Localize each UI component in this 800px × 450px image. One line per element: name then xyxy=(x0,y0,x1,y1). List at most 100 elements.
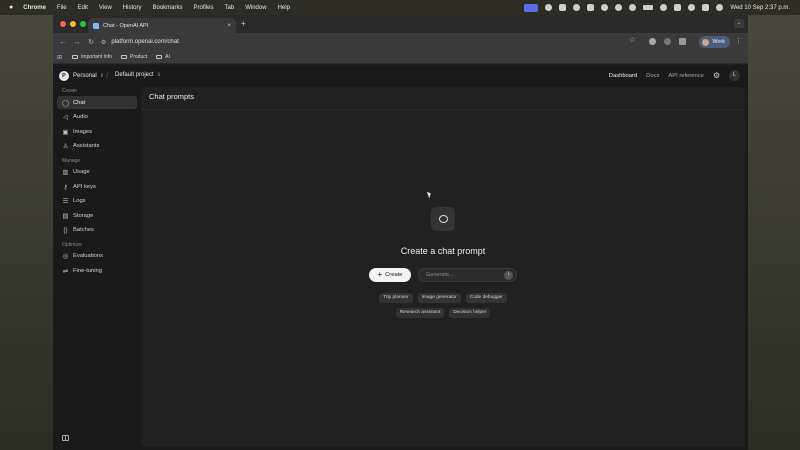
menu-item-view[interactable]: View xyxy=(99,5,112,11)
openai-favicon-icon xyxy=(93,22,99,29)
sidebar-item-api-keys[interactable]: ⚷ API keys xyxy=(57,180,137,193)
batches-icon: {} xyxy=(63,226,68,234)
siri-icon[interactable] xyxy=(716,4,724,11)
generate-field[interactable]: ↑ xyxy=(418,268,517,282)
url-text[interactable]: platform.openai.com/chat xyxy=(111,39,178,45)
menu-item-history[interactable]: History xyxy=(123,5,142,11)
sidebar-item-label: Usage xyxy=(73,169,90,175)
play-icon[interactable] xyxy=(615,4,623,11)
audio-icon: ◁ xyxy=(63,114,68,121)
sidebar-item-assistants[interactable]: ♙ Assistants xyxy=(57,140,137,153)
folder-icon xyxy=(120,54,127,60)
docs-link[interactable]: Docs xyxy=(646,73,659,79)
create-button[interactable]: + Create xyxy=(369,268,411,282)
breadcrumb-separator: / xyxy=(106,71,109,80)
sidebar-item-fine-tuning[interactable]: ⇌ Fine-tuning xyxy=(57,264,137,277)
generate-input[interactable] xyxy=(419,272,504,278)
project-selector[interactable]: Default project ⇕ xyxy=(115,72,161,78)
api-reference-link[interactable]: API reference xyxy=(668,73,703,79)
back-icon[interactable]: ← xyxy=(56,39,70,46)
close-tab-icon[interactable]: × xyxy=(227,23,231,29)
wifi-icon[interactable] xyxy=(660,4,668,11)
status-icon[interactable] xyxy=(559,4,567,11)
moon-icon[interactable] xyxy=(629,4,637,11)
org-name: Personal xyxy=(73,73,97,79)
menu-bar-clock[interactable]: Wed 10 Sep 2:37 p.m. xyxy=(730,5,790,11)
chip-decision-helper[interactable]: Decision helper xyxy=(449,308,491,318)
menu-item-window[interactable]: Window xyxy=(245,5,266,11)
project-name: Default project xyxy=(115,72,154,78)
apple-logo-icon[interactable]: ● xyxy=(9,4,13,11)
chip-research-assistant[interactable]: Research assistant xyxy=(395,308,445,318)
extensions-puzzle-icon[interactable] xyxy=(679,38,686,45)
organization-selector[interactable]: P Personal ⇕ xyxy=(59,71,104,81)
sidebar-item-label: Chat xyxy=(73,99,86,106)
chip-image-generator[interactable]: Image generator xyxy=(417,293,461,303)
menu-item-edit[interactable]: Edit xyxy=(78,5,88,11)
mouse-cursor-icon xyxy=(426,190,433,199)
empty-state-title: Create a chat prompt xyxy=(400,246,486,256)
zoom-window-button[interactable] xyxy=(80,21,86,27)
new-tab-button[interactable]: + xyxy=(241,19,246,28)
settings-gear-icon[interactable]: ⚙ xyxy=(713,71,720,80)
chip-code-debugger[interactable]: Code debugger xyxy=(465,293,507,303)
menu-item-bookmarks[interactable]: Bookmarks xyxy=(153,5,183,11)
site-info-icon[interactable]: ⚙ xyxy=(101,39,106,46)
sidebar-item-chat[interactable]: ◯ Chat xyxy=(57,96,137,109)
chevron-updown-icon: ⇕ xyxy=(99,73,104,79)
status-icon[interactable] xyxy=(545,4,553,11)
sidebar-item-label: Audio xyxy=(73,114,88,120)
extension-icon[interactable] xyxy=(664,38,671,45)
menu-item-chrome[interactable]: Chrome xyxy=(23,5,46,11)
profile-button[interactable]: Work xyxy=(699,36,730,48)
status-icon[interactable] xyxy=(573,4,581,11)
menu-item-file[interactable]: File xyxy=(57,5,67,11)
status-icon[interactable] xyxy=(601,4,609,11)
menu-bar-status-area: Wed 10 Sep 2:37 p.m. xyxy=(524,0,790,15)
top-navigation: P Personal ⇕ / Default project ⇕ Dashboa… xyxy=(53,65,748,87)
tab-search-button[interactable]: ⌄ xyxy=(734,19,744,28)
browser-menu-icon[interactable]: ⋮ xyxy=(735,37,742,45)
dashboard-link[interactable]: Dashboard xyxy=(609,73,637,79)
battery-icon[interactable] xyxy=(643,5,654,10)
collapse-sidebar-icon[interactable] xyxy=(62,435,69,441)
tab-title: Chat - OpenAI API xyxy=(103,22,149,29)
control-center-icon[interactable] xyxy=(702,4,710,11)
bookmark-folder-ai[interactable]: AI xyxy=(156,54,170,60)
sidebar-item-usage[interactable]: ▥ Usage xyxy=(57,166,137,179)
address-bar[interactable]: ⚙ platform.openai.com/chat xyxy=(101,36,645,48)
extension-icon[interactable] xyxy=(649,38,656,45)
bookmark-star-icon[interactable]: ☆ xyxy=(629,36,635,44)
menu-item-tab[interactable]: Tab xyxy=(225,5,235,11)
sidebar-item-storage[interactable]: ▤ Storage xyxy=(57,209,137,222)
menu-item-help[interactable]: Help xyxy=(278,5,290,11)
forward-icon[interactable]: → xyxy=(70,39,84,46)
menu-item-profiles[interactable]: Profiles xyxy=(194,5,214,11)
bookmark-folder-product[interactable]: Product xyxy=(120,54,147,60)
window-controls xyxy=(60,21,86,27)
main-panel: Chat prompts Create a chat prompt + Crea… xyxy=(141,87,745,447)
user-avatar[interactable]: L xyxy=(729,70,740,81)
reload-icon[interactable]: ↻ xyxy=(84,38,98,46)
sidebar-item-images[interactable]: ▣ Images xyxy=(57,125,137,138)
sidebar-item-logs[interactable]: ☰ Logs xyxy=(57,195,137,208)
screen-recording-icon[interactable] xyxy=(524,3,539,12)
sidebar-item-batches[interactable]: {} Batches xyxy=(57,224,137,237)
bluetooth-icon[interactable] xyxy=(674,4,682,11)
bookmarks-bar: ⊞ Important Info Product AI xyxy=(53,51,748,64)
chat-icon: ◯ xyxy=(61,99,70,107)
shield-icon[interactable] xyxy=(587,4,595,11)
search-icon[interactable] xyxy=(688,4,696,11)
chip-trip-planner[interactable]: Trip planner xyxy=(379,293,413,303)
sidebar-item-audio[interactable]: ◁ Audio xyxy=(57,111,137,124)
usage-icon: ▥ xyxy=(62,169,69,176)
minimize-window-button[interactable] xyxy=(70,21,76,27)
plus-icon: + xyxy=(377,270,383,279)
close-window-button[interactable] xyxy=(60,21,66,27)
apps-grid-icon[interactable]: ⊞ xyxy=(57,54,62,61)
bookmark-folder-important-info[interactable]: Important Info xyxy=(72,54,112,60)
sidebar-item-evaluations[interactable]: ◎ Evaluations xyxy=(57,250,137,263)
send-arrow-icon[interactable]: ↑ xyxy=(504,270,513,280)
bubble-shape xyxy=(438,215,448,223)
browser-tab-active[interactable]: Chat - OpenAI API × xyxy=(88,18,236,33)
